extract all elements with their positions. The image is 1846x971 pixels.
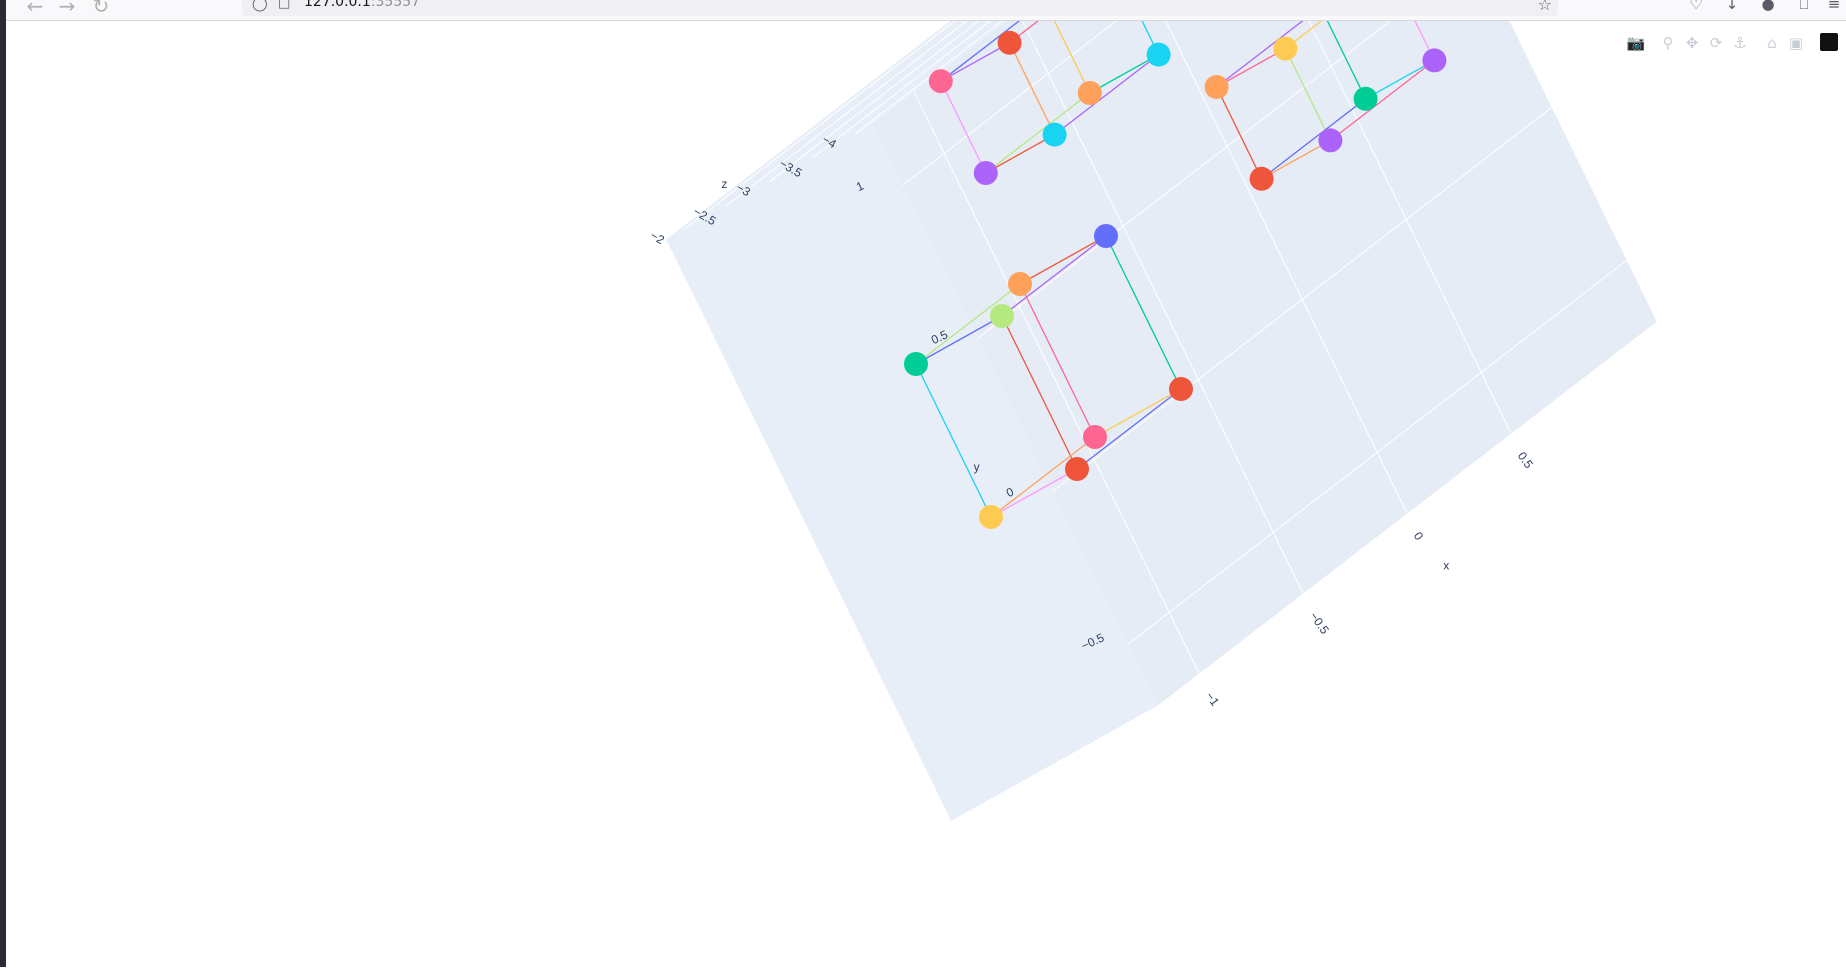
x-axis-title: x [1443,559,1449,573]
home-icon[interactable]: ⌂ [1762,33,1782,53]
x-tick-label: 0 [1411,529,1426,543]
data-point [1353,86,1378,111]
data-point [1318,128,1343,153]
url-text[interactable]: 127.0.0.1:35557 [304,0,420,10]
data-point [990,304,1014,328]
y-axis-title: y [974,460,980,474]
camera-view-icon[interactable]: ▣ [1786,33,1806,53]
data-point [1204,75,1229,99]
x-tick-label: 0.5 [1515,449,1536,471]
data-point [1083,425,1107,449]
data-point [1273,36,1298,61]
account-icon[interactable]: ● [1758,0,1778,13]
scene-3d[interactable]: −1−0.500.5−0.500.51−2−2.5−3−3.5−4 xyz [6,0,1846,967]
data-point [1094,224,1118,248]
data-point [904,352,928,376]
data-point [979,505,1003,529]
pan-icon[interactable]: ✥ [1682,33,1702,53]
reload-icon[interactable]: ↻ [90,0,112,16]
data-point [997,30,1022,55]
plotly-logo-icon[interactable] [1820,33,1838,51]
data-point [1008,272,1032,296]
data-point [928,69,953,94]
pocket-icon[interactable]: ♡ [1686,0,1706,13]
data-point [1422,48,1447,73]
plot-container[interactable]: −1 −0.5 0 0.5 −0.5 0 0.5 1 −2 −2.5 −3 −3.5 −4 xyz [6,0,1846,967]
data-point [1169,377,1193,401]
data-point [1077,81,1102,105]
shield-icon[interactable]: ◯ [252,0,268,12]
star-icon[interactable]: ☆ [1538,0,1552,14]
x-tick-label: −0.5 [1307,609,1332,637]
page-icon: □ [278,0,291,11]
data-point [1146,42,1171,67]
data-point [1065,457,1089,481]
menu-icon[interactable]: ≡ [1824,0,1844,13]
extensions-icon[interactable]: ⎕ [1794,0,1814,13]
data-point [1249,166,1274,191]
arrow-left-icon[interactable]: ← [24,0,46,16]
data-point [1042,122,1067,147]
z-tick-label: −2 [648,228,667,247]
zoom-icon[interactable]: ⚲ [1658,33,1678,53]
orbit-icon[interactable]: ⟳ [1706,33,1726,53]
z-axis-title: z [721,177,727,191]
x-tick-label: −1 [1203,689,1223,709]
camera-icon[interactable]: 📷 [1626,33,1646,53]
browser-toolbar: ← → ↻ ◯ □ 127.0.0.1:35557 ☆ ♡ ↧ ● ⎕ ≡ [6,0,1846,21]
modebar: 📷 ⚲ ✥ ⟳ ⚓ ⌂ ▣ [1626,33,1846,53]
download-icon[interactable]: ↧ [1722,0,1742,13]
url-bar[interactable]: ◯ □ 127.0.0.1:35557 ☆ [242,0,1558,16]
turntable-icon[interactable]: ⚓ [1730,33,1750,53]
data-point [973,161,998,185]
arrow-right-icon[interactable]: → [56,0,78,16]
